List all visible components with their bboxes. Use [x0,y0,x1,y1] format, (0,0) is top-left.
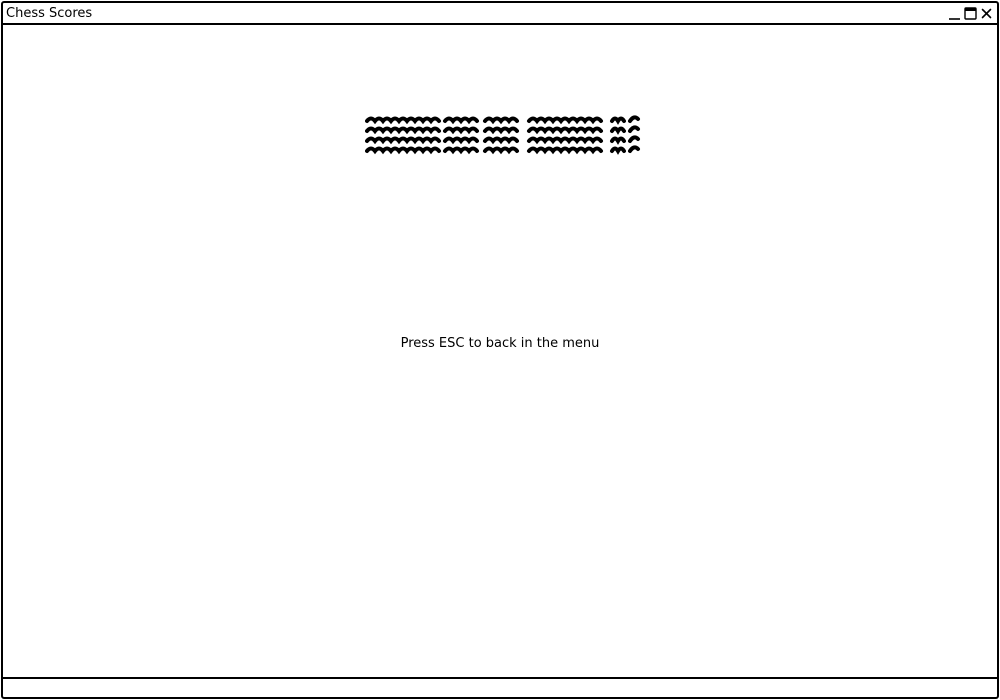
maximize-icon[interactable] [964,7,977,20]
main-content: Press ESC to back in the menu [3,25,997,677]
status-bar [3,677,997,697]
close-icon[interactable] [980,7,993,20]
esc-hint-text: Press ESC to back in the menu [400,336,600,351]
scribble-text-placeholder [365,115,640,153]
window-controls [948,6,993,20]
app-window: Chess Scores Press ESC to back in the me… [1,1,999,699]
minimize-icon[interactable] [948,7,961,20]
title-bar[interactable]: Chess Scores [3,3,997,25]
window-title: Chess Scores [6,6,93,21]
